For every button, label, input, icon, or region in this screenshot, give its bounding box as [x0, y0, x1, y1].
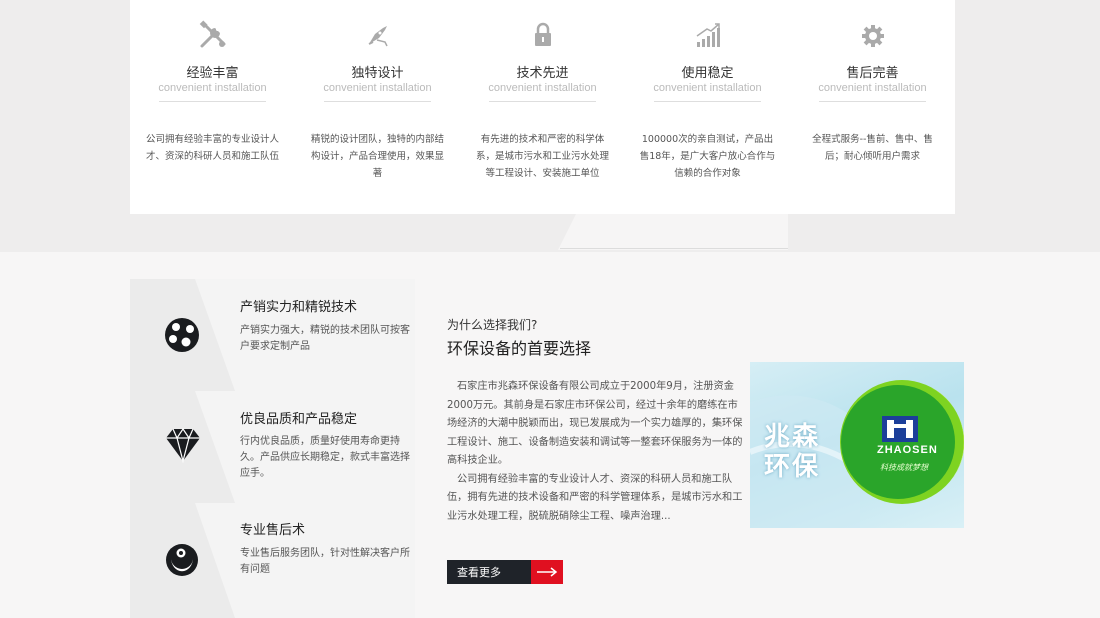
feature-title: 独特设计: [351, 66, 404, 81]
feature-title: 售后完善: [846, 66, 899, 81]
growth-chart-icon: [625, 20, 790, 52]
lock-icon: [460, 20, 625, 52]
feature-divider: [324, 101, 431, 102]
service-title: 专业售后术: [240, 523, 306, 538]
divider-line: [560, 248, 788, 249]
feature-item: 技术先进 convenient installation 有先进的技术和严密的科…: [460, 0, 625, 214]
arrow-right-icon: [531, 560, 563, 584]
logo-slogan: 科技成就梦想: [880, 463, 928, 472]
company-logo-image: 兆森环保 ZHAOSEN 科技成就梦想: [750, 362, 964, 528]
feature-title: 经验丰富: [186, 66, 239, 81]
service-description: 产销实力强大，精锐的技术团队可按客户要求定制产品: [240, 325, 410, 352]
gear-icon: [790, 20, 955, 52]
feature-subtitle: convenient installation: [158, 82, 267, 94]
feature-description: 公司拥有经验丰富的专业设计人才、资深的科研人员和施工队伍: [145, 134, 279, 162]
design-pen-icon: [295, 20, 460, 52]
feature-description: 全程式服务--售前、售中、售后；耐心倾听用户需求: [812, 134, 933, 162]
feature-divider: [159, 101, 266, 102]
service-title: 优良品质和产品稳定: [240, 412, 358, 427]
feature-description: 精锐的设计团队，独特的内部结构设计，产品合理使用，效果显著: [310, 134, 444, 179]
feature-item: 使用稳定 convenient installation 100000次的亲自测…: [625, 0, 790, 214]
diagonal-decoration: [558, 214, 788, 250]
why-choose-heading: 为什么选择我们?: [447, 318, 538, 332]
feature-subtitle: convenient installation: [653, 82, 762, 94]
about-text: 石家庄市兆森环保设备有限公司成立于2000年9月，注册资金2000万元。其前身是…: [447, 378, 747, 526]
feature-divider: [819, 101, 926, 102]
view-more-label: 查看更多: [447, 560, 531, 584]
view-more-button[interactable]: 查看更多: [447, 560, 563, 584]
logo-en-name: ZHAOSEN: [877, 444, 938, 456]
feature-description: 有先进的技术和严密的科学体系，是城市污水和工业污水处理等工程设计、安装施工单位: [475, 134, 609, 179]
feature-divider: [489, 101, 596, 102]
feature-title: 技术先进: [516, 66, 569, 81]
about-paragraph: 石家庄市兆森环保设备有限公司成立于2000年9月，注册资金2000万元。其前身是…: [447, 381, 743, 466]
feature-description: 100000次的亲自测试，产品出售18年，是广大客户放心合作与信赖的合作对象: [639, 134, 776, 179]
features-panel: 经验丰富 convenient installation 公司拥有经验丰富的专业…: [130, 0, 955, 214]
service-title: 产销实力和精锐技术: [240, 300, 358, 315]
feature-item: 经验丰富 convenient installation 公司拥有经验丰富的专业…: [130, 0, 295, 214]
diamond-icon: [164, 427, 202, 465]
feature-item: 独特设计 convenient installation 精锐的设计团队，独特的…: [295, 0, 460, 214]
services-column: 产销实力和精锐技术 产销实力强大，精锐的技术团队可按客户要求定制产品 优良品质和…: [130, 279, 415, 618]
about-title: 环保设备的首要选择: [447, 339, 592, 358]
tools-icon: [130, 20, 295, 52]
feature-title: 使用稳定: [681, 66, 734, 81]
feature-subtitle: convenient installation: [323, 82, 432, 94]
service-description: 行内优良品质，质量好使用寿命更持久。产品供应长期稳定，款式丰富选择应手。: [240, 436, 410, 479]
support-icon: [164, 542, 202, 580]
feature-item: 售后完善 convenient installation 全程式服务--售前、售…: [790, 0, 955, 214]
service-description: 专业售后服务团队，针对性解决客户所有问题: [240, 548, 410, 575]
logo-cn-name: 兆森环保: [764, 422, 821, 482]
feature-subtitle: convenient installation: [818, 82, 927, 94]
feature-divider: [654, 101, 761, 102]
feature-subtitle: convenient installation: [488, 82, 597, 94]
network-ball-icon: [164, 317, 202, 355]
about-paragraph: 公司拥有经验丰富的专业设计人才、资深的科研人员和施工队伍，拥有先进的技术设备和严…: [447, 473, 743, 522]
